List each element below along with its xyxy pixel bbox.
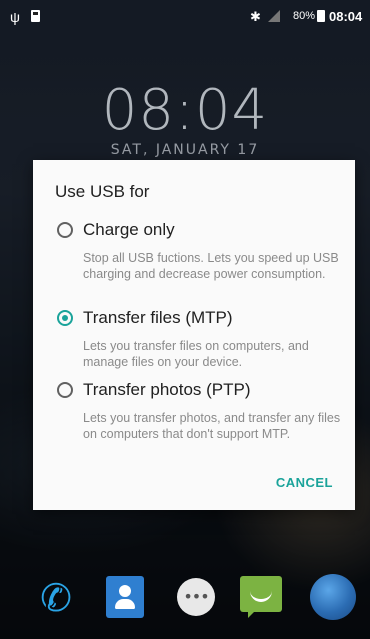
dock-messages[interactable] <box>236 570 288 622</box>
dock: ✆ ••• <box>0 570 370 625</box>
bluetooth-icon: ✱ <box>250 9 261 24</box>
radio-transfer-photos[interactable] <box>57 382 73 398</box>
usb-options-dialog: Use USB for Charge only Stop all USB fuc… <box>33 160 355 510</box>
sd-card-icon <box>31 10 40 22</box>
status-time: 08:04 <box>329 9 363 24</box>
dialog-title: Use USB for <box>55 182 150 201</box>
battery-icon <box>317 10 325 22</box>
battery-percent: 80% <box>293 10 316 22</box>
cancel-button[interactable]: CANCEL <box>276 475 333 490</box>
dock-browser[interactable] <box>306 570 358 622</box>
option-description: Stop all USB fuctions. Lets you speed up… <box>83 251 339 281</box>
radio-transfer-files[interactable] <box>57 310 73 326</box>
dock-phone[interactable]: ✆ <box>30 570 82 622</box>
option-label: Transfer photos (PTP) <box>83 380 251 399</box>
lock-date: SAT, JANUARY 17 <box>110 142 260 158</box>
messages-icon <box>240 576 282 618</box>
usb-icon: ψ <box>10 9 20 25</box>
contacts-icon <box>106 576 144 618</box>
dock-contacts[interactable] <box>100 570 152 622</box>
lock-clock: 08:04 <box>101 78 269 143</box>
option-description: Lets you transfer files on computers, an… <box>83 339 309 369</box>
option-label: Charge only <box>83 220 175 239</box>
option-label: Transfer files (MTP) <box>83 308 233 327</box>
browser-icon <box>310 574 356 620</box>
screen: ψ ✱ 80% 08:04 08:04 SAT, JANUARY 17 ✆ ••… <box>0 0 370 639</box>
phone-icon: ✆ <box>40 576 72 620</box>
signal-icon <box>268 10 280 22</box>
status-bar: ψ ✱ 80% 08:04 <box>0 0 370 34</box>
dock-apps[interactable]: ••• <box>170 570 222 622</box>
radio-charge-only[interactable] <box>57 222 73 238</box>
option-description: Lets you transfer photos, and transfer a… <box>83 411 341 441</box>
apps-icon: ••• <box>177 578 215 616</box>
